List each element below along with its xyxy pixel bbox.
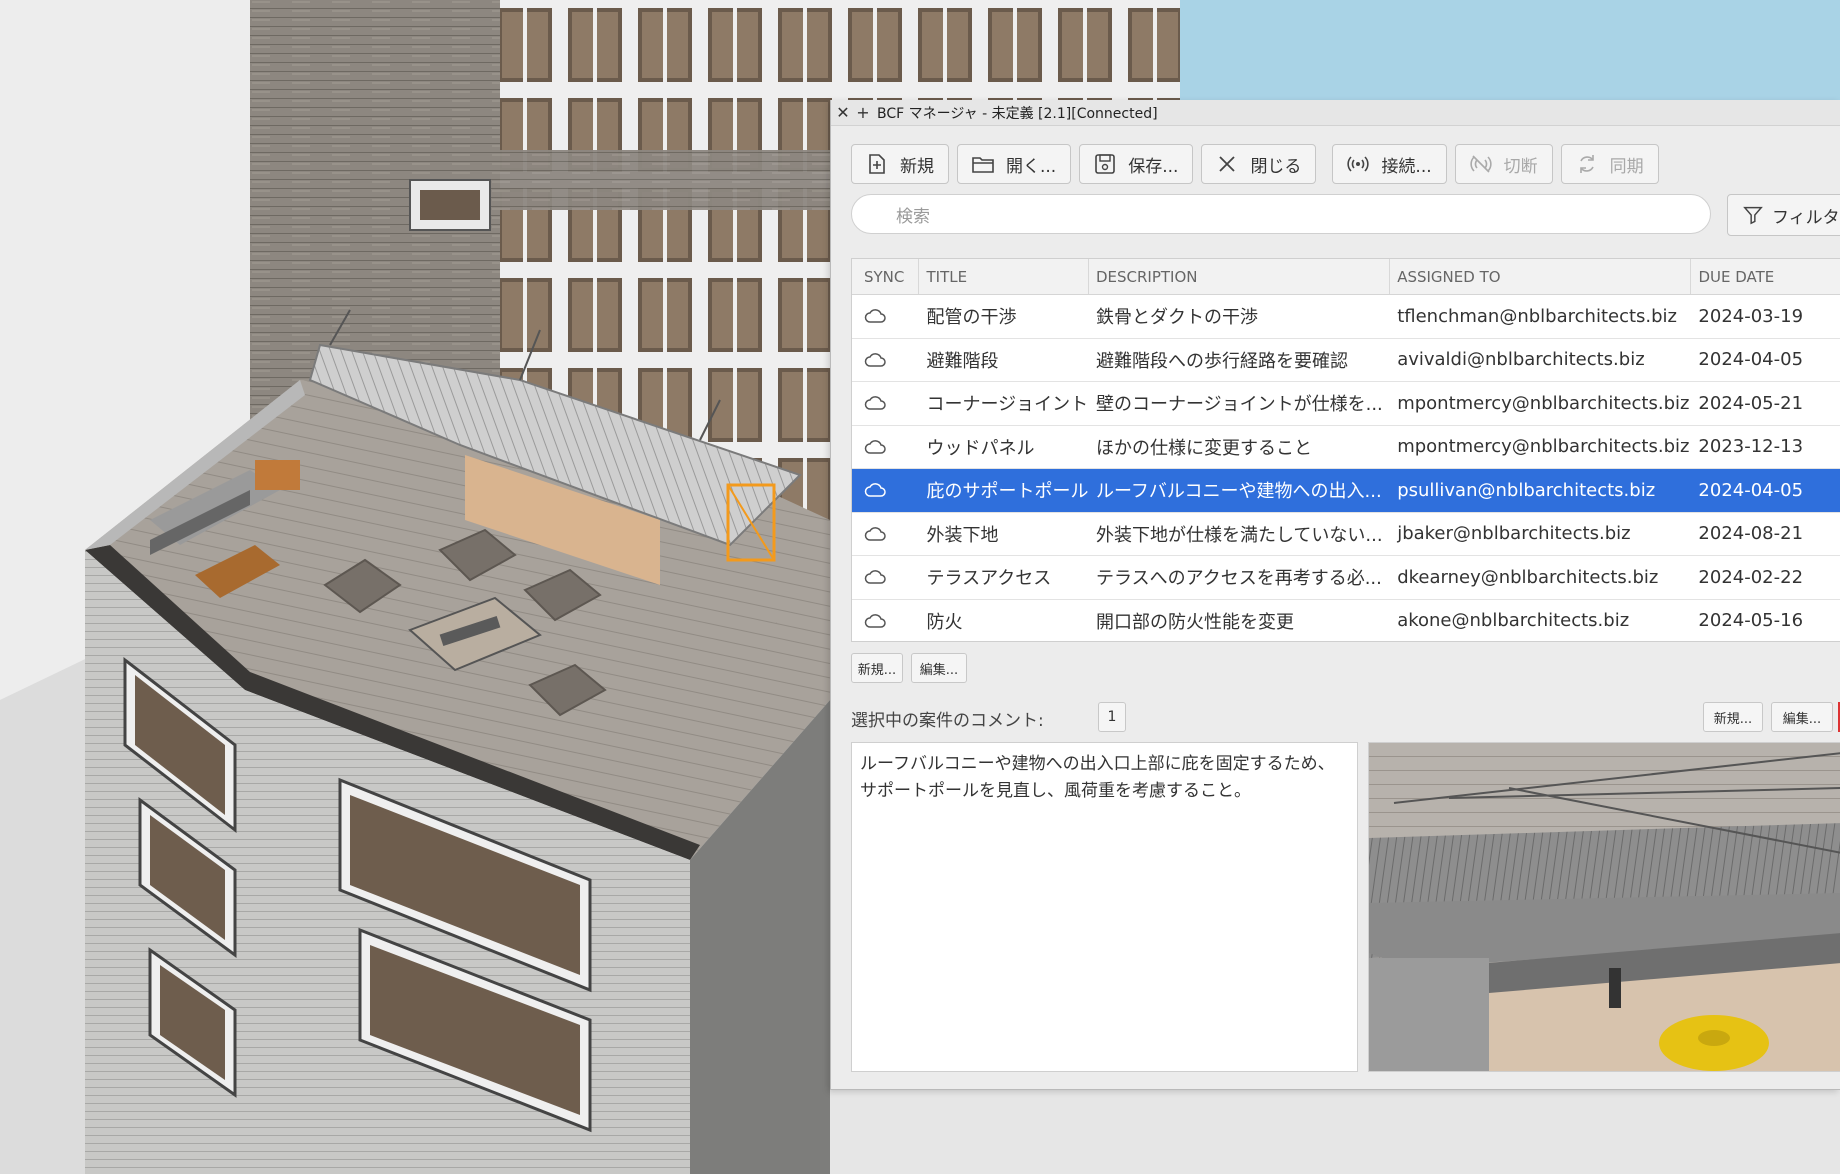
snapshot-image	[1369, 743, 1840, 1071]
cell-title: コーナージョイント	[926, 394, 1089, 416]
cell-title: 庇のサポートポール	[926, 481, 1089, 503]
cell-description: 鉄骨とダクトの干渉	[1095, 307, 1258, 329]
cloud-sync-icon[interactable]	[852, 426, 919, 469]
connect-button-label: 接続...	[1381, 156, 1432, 177]
header-assigned-to[interactable]: ASSIGNED TO	[1390, 259, 1692, 294]
filter-label: フィルタ...	[1772, 207, 1840, 228]
filter-icon	[1742, 204, 1764, 226]
cell-assigned-to: dkearney@nblbarchitects.biz	[1397, 566, 1659, 588]
cloud-sync-icon[interactable]	[852, 469, 919, 512]
disconnect-icon	[1468, 151, 1494, 177]
cell-title: 避難階段	[926, 350, 999, 372]
cell-description: 避難階段への歩行経路を要確認	[1095, 350, 1348, 372]
cell-title: ウッドパネル	[926, 437, 1035, 459]
cell-assigned-to: akone@nblbarchitects.biz	[1397, 610, 1630, 632]
cell-description: テラスへのアクセスを再考する必...	[1095, 568, 1382, 590]
sync-button[interactable]: 同期	[1560, 144, 1659, 184]
header-title[interactable]: TITLE	[919, 259, 1089, 294]
toolbar: 新規 開く... 保存... 閉じる 接続... 切断 同期	[851, 144, 1659, 184]
cloud-sync-icon[interactable]	[852, 556, 919, 599]
cell-assigned-to: jbaker@nblbarchitects.biz	[1397, 523, 1631, 545]
header-sync[interactable]: SYNC	[852, 259, 920, 294]
table-row[interactable]: 庇のサポートポール ルーフバルコニーや建物への出入... psullivan@nbl…	[852, 469, 1840, 513]
cloud-sync-icon[interactable]	[852, 382, 919, 425]
table-row[interactable]: コーナージョイント 壁のコーナージョイントが仕様を... mpontmercy@nb…	[852, 382, 1840, 426]
comment-line-2: サポートポールを見直し、風荷重を考慮すること。	[860, 781, 1251, 801]
folder-icon	[970, 151, 996, 177]
comments-label: 選択中の案件のコメント:	[851, 711, 1044, 731]
open-button[interactable]: 開く...	[957, 144, 1072, 184]
cell-assigned-to: mpontmercy@nblbarchitects.biz	[1397, 436, 1690, 458]
panel-title: BCF マネージャ - 未定義 [2.1][Connected]	[877, 105, 1158, 122]
sync-button-label: 同期	[1609, 156, 1644, 177]
cell-due-date: 2024-08-21	[1698, 523, 1804, 545]
search-input[interactable]: 検索	[851, 194, 1711, 234]
new-button[interactable]: 新規	[851, 144, 949, 184]
table-row[interactable]: テラスアクセス テラスへのアクセスを再考する必... dkearney@nblbar…	[852, 556, 1840, 600]
cell-due-date: 2024-04-05	[1698, 479, 1804, 501]
cell-description: 外装下地が仕様を満たしていない...	[1095, 524, 1383, 546]
table-row[interactable]: 避難階段 避難階段への歩行経路を要確認 avivaldi@nblbarchitect…	[852, 339, 1840, 382]
comments-count-badge: 1	[1098, 702, 1126, 732]
save-icon	[1092, 151, 1118, 177]
connect-button[interactable]: 接続...	[1332, 144, 1447, 184]
save-button[interactable]: 保存...	[1079, 144, 1194, 184]
cell-description: ルーフバルコニーや建物への出入...	[1095, 481, 1382, 503]
viewpoint-snapshot[interactable]	[1368, 742, 1840, 1072]
issue-new-button[interactable]: 新規...	[851, 653, 903, 683]
cell-due-date: 2024-03-19	[1698, 305, 1804, 327]
filter-button[interactable]: フィルタ...	[1727, 194, 1840, 236]
cell-due-date: 2024-05-21	[1698, 392, 1804, 414]
issues-table: SYNC TITLE DESCRIPTION ASSIGNED TO DUE D…	[851, 258, 1840, 642]
comment-new-button[interactable]: 新規...	[1703, 702, 1763, 732]
comment-text-area[interactable]: ルーフバルコニーや建物への出入口上部に庇を固定するため、 サポートポールを見直し…	[851, 742, 1358, 1072]
cell-due-date: 2024-05-16	[1698, 610, 1804, 632]
disconnect-button-label: 切断	[1503, 156, 1538, 177]
cloud-sync-icon[interactable]	[852, 600, 919, 642]
header-due-date[interactable]: DUE DATE	[1691, 259, 1840, 294]
table-header: SYNC TITLE DESCRIPTION ASSIGNED TO DUE D…	[852, 259, 1840, 295]
cell-title: テラスアクセス	[926, 568, 1052, 590]
cell-due-date: 2024-04-05	[1698, 349, 1804, 371]
cell-title: 防火	[926, 611, 963, 633]
table-row[interactable]: 外装下地 外装下地が仕様を満たしていない... jbaker@nblbarchite…	[852, 513, 1840, 556]
cloud-sync-icon[interactable]	[852, 295, 919, 338]
save-button-label: 保存...	[1128, 156, 1179, 177]
broadcast-icon	[1345, 151, 1371, 177]
header-description[interactable]: DESCRIPTION	[1089, 259, 1391, 294]
cell-title: 配管の干渉	[926, 307, 1017, 329]
cell-due-date: 2023-12-13	[1698, 436, 1804, 458]
cell-assigned-to: psullivan@nblbarchitects.biz	[1397, 479, 1656, 501]
table-row[interactable]: ウッドパネル ほかの仕様に変更すること mpontmercy@nblbarchite…	[852, 426, 1840, 469]
cell-description: 開口部の防火性能を変更	[1095, 611, 1294, 633]
table-row[interactable]: 配管の干渉 鉄骨とダクトの干渉 tflenchman@nblbarchitects.…	[852, 295, 1840, 339]
disconnect-button[interactable]: 切断	[1454, 144, 1553, 184]
sync-icon	[1574, 151, 1600, 177]
open-button-label: 開く...	[1006, 156, 1057, 177]
close-button-label: 閉じる	[1250, 156, 1302, 177]
close-button[interactable]: 閉じる	[1201, 144, 1317, 184]
x-icon	[1214, 151, 1240, 177]
cloud-sync-icon[interactable]	[852, 339, 919, 382]
cell-assigned-to: avivaldi@nblbarchitects.biz	[1397, 349, 1645, 371]
cell-due-date: 2024-02-22	[1698, 566, 1804, 588]
cell-assigned-to: mpontmercy@nblbarchitects.biz	[1397, 392, 1690, 414]
panel-titlebar: ✕ + BCF マネージャ - 未定義 [2.1][Connected]	[831, 100, 1840, 126]
cell-assigned-to: tflenchman@nblbarchitects.biz	[1397, 305, 1678, 327]
close-icon[interactable]: ✕	[835, 103, 851, 122]
new-file-icon	[864, 151, 890, 177]
cloud-sync-icon[interactable]	[852, 513, 919, 556]
cell-description: 壁のコーナージョイントが仕様を...	[1095, 394, 1383, 416]
cell-description: ほかの仕様に変更すること	[1095, 437, 1312, 459]
table-body: 配管の干渉 鉄骨とダクトの干渉 tflenchman@nblbarchitects.…	[852, 295, 1840, 642]
table-row[interactable]: 防火 開口部の防火性能を変更 akone@nblbarchitects.biz 202…	[852, 600, 1840, 642]
bcf-manager-panel: ✕ + BCF マネージャ - 未定義 [2.1][Connected] 新規 …	[830, 100, 1840, 1090]
issue-edit-button[interactable]: 編集...	[911, 653, 967, 683]
add-tab-icon[interactable]: +	[855, 103, 871, 122]
cell-title: 外装下地	[926, 524, 999, 546]
comment-edit-button[interactable]: 編集...	[1771, 702, 1833, 732]
new-button-label: 新規	[900, 156, 934, 177]
comment-line-1: ルーフバルコニーや建物への出入口上部に庇を固定するため、	[860, 754, 1335, 774]
search-placeholder: 検索	[896, 206, 930, 227]
